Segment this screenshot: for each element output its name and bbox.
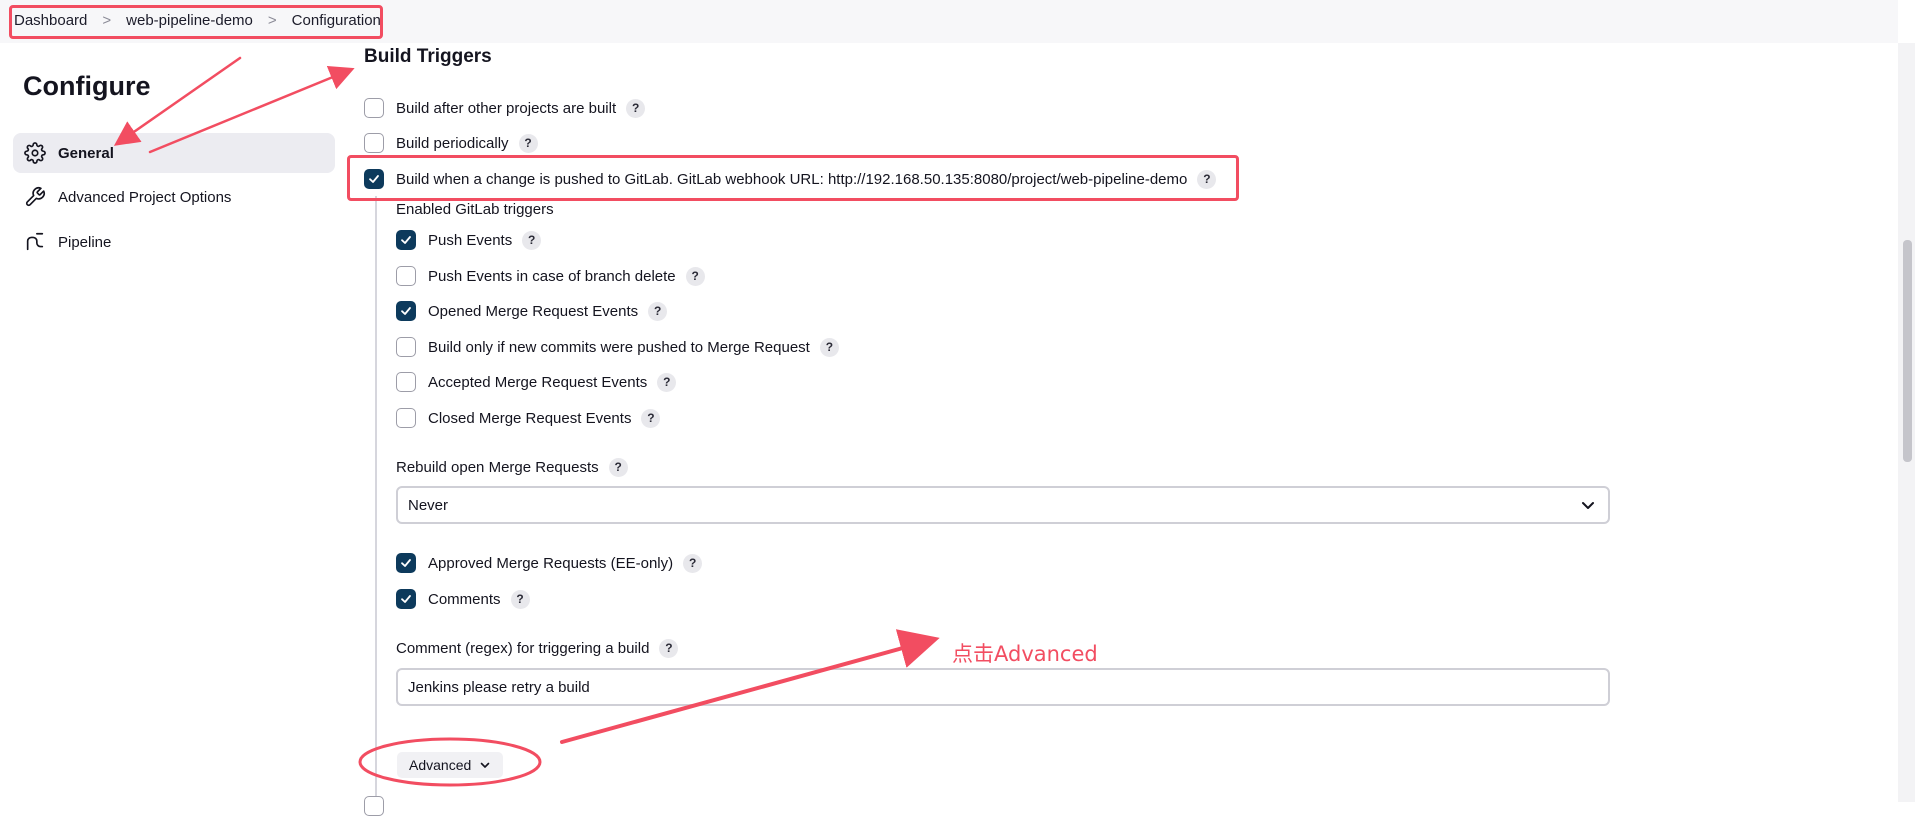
annotation-arrow-to-build-triggers: [148, 66, 355, 154]
annotation-arrows: [113, 56, 940, 787]
annotation-arrow-to-general: [113, 56, 242, 146]
annotation-click-advanced-text: 点击Advanced: [952, 642, 1098, 666]
annotation-arrow-to-label: [560, 629, 940, 744]
annotation-advanced-ellipse: [358, 737, 542, 787]
